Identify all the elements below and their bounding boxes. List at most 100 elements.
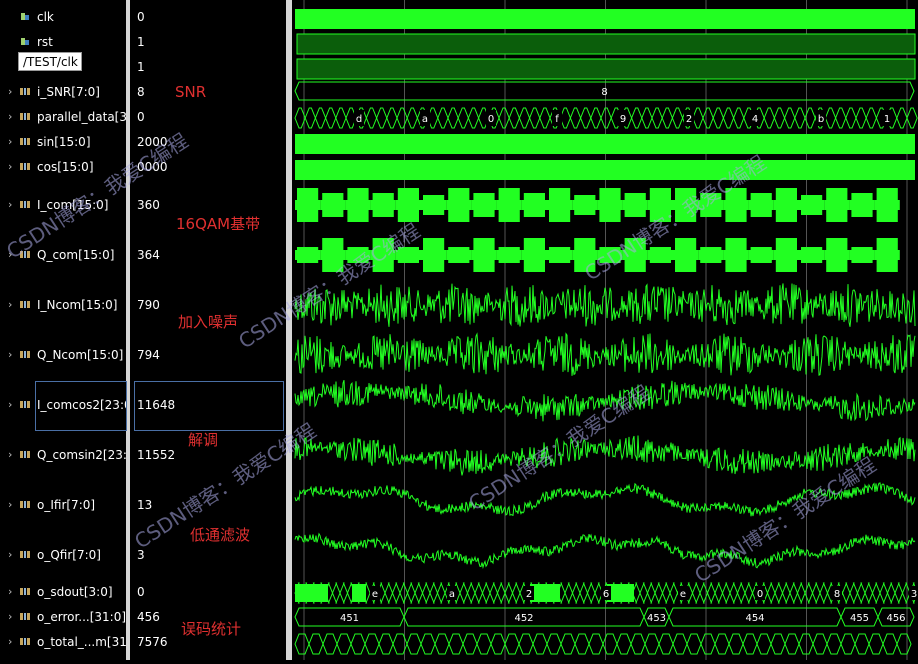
I-Ncom-waveform [294, 283, 916, 327]
bus-signal-icon [20, 351, 30, 358]
Q-com-waveform [725, 238, 747, 272]
parallel-data-bus [835, 107, 847, 129]
parallel-data-bus [314, 107, 327, 129]
parallel-data-bus [529, 107, 541, 129]
annotation-noise: 加入噪声 [178, 313, 239, 331]
total-count-bus [406, 633, 422, 655]
parallel-data-bus [386, 107, 398, 129]
parallel-data-bus [539, 107, 551, 129]
signal-value: 364 [137, 248, 160, 262]
expand-chevron-icon[interactable]: › [8, 345, 18, 365]
expand-chevron-icon[interactable]: › [8, 545, 18, 565]
bus-signal-icon [20, 401, 30, 408]
signal-value: 0 [137, 110, 145, 124]
expand-chevron-icon[interactable]: › [8, 295, 18, 315]
expand-chevron-icon[interactable]: › [8, 195, 18, 215]
sdout-bus [729, 582, 739, 604]
total-count-bus [896, 633, 912, 655]
I-com-waveform [775, 188, 797, 222]
total-count-bus [560, 633, 576, 655]
total-count-bus [826, 633, 842, 655]
expand-chevron-icon[interactable]: › [8, 395, 18, 415]
annotation-ber: 误码统计 [181, 620, 242, 638]
total-count-bus [784, 633, 800, 655]
signal-name: rst [37, 35, 53, 49]
bus-value-label: 454 [745, 613, 764, 624]
expand-chevron-icon[interactable]: › [8, 82, 18, 102]
bus-value-label: 453 [647, 613, 666, 624]
sdout-bus [849, 582, 859, 604]
sdout-bus [736, 582, 746, 604]
expand-chevron-icon[interactable]: › [8, 495, 18, 515]
sdout-bus [406, 582, 416, 604]
Q-com-waveform [851, 247, 873, 263]
signal-name: o_sdout[3:0] [37, 585, 113, 599]
total-count-bus [434, 633, 450, 655]
parallel-data-bus [845, 107, 857, 129]
sdout-bus [886, 582, 896, 604]
parallel-data-bus [396, 107, 408, 129]
sdout-bus [661, 582, 671, 604]
waveform-pane[interactable]: 8 d a 0 f 9 2 4 b 1 e a 2 6 e 0 8 3 451 452 453 454 455 456 [292, 0, 918, 660]
total-count-bus [616, 633, 632, 655]
sdout-bus [691, 582, 701, 604]
sdout-bus [871, 582, 881, 604]
I-com-waveform [372, 193, 394, 217]
Q-com-waveform [876, 238, 898, 272]
sdout-bus [504, 582, 514, 604]
selection-box-name [35, 381, 127, 431]
parallel-data-bus [733, 107, 745, 129]
signal-value: 790 [137, 298, 160, 312]
sdout-bus [639, 582, 649, 604]
Q-com-waveform [423, 238, 445, 272]
sdout-bus [706, 582, 716, 604]
parallel-data-bus [794, 107, 806, 129]
bus-signal-icon [20, 613, 30, 620]
expand-chevron-icon[interactable]: › [8, 632, 18, 652]
sdout-bus [646, 582, 656, 604]
parallel-data-bus [376, 107, 388, 129]
signal-name: clk [37, 10, 54, 24]
total-count-bus [742, 633, 758, 655]
bus-value-label: 9 [620, 114, 626, 125]
bus-value-label: 8 [601, 87, 607, 98]
parallel-data-bus [580, 107, 592, 129]
parallel-data-bus [569, 107, 582, 129]
sdout-bus [331, 582, 341, 604]
total-count-bus [378, 633, 394, 655]
sdout-bus [864, 582, 874, 604]
parallel-data-bus [325, 107, 337, 129]
waveform-canvas[interactable]: 8 d a 0 f 9 2 4 b 1 e a 2 6 e 0 8 3 451 452 453 454 455 456 [292, 0, 918, 660]
Q-com-waveform [549, 247, 571, 263]
bus-signal-icon [20, 501, 30, 508]
I-com-waveform [448, 188, 470, 222]
expand-chevron-icon[interactable]: › [8, 157, 18, 177]
expand-chevron-icon[interactable]: › [8, 107, 18, 127]
signal-name: Q_com[15:0] [37, 248, 115, 262]
expand-chevron-icon[interactable]: › [8, 445, 18, 465]
expand-chevron-icon[interactable]: › [8, 582, 18, 602]
sdout-bus [511, 582, 521, 604]
sdout-bus [819, 582, 829, 604]
signal-value: 360 [137, 198, 160, 212]
sdout-bus [564, 582, 574, 604]
expand-chevron-icon[interactable]: › [8, 607, 18, 627]
total-count-bus [700, 633, 716, 655]
bus-value-label: f [555, 114, 559, 125]
o-Qfir-waveform [294, 532, 916, 570]
sdout-bus [796, 582, 806, 604]
sdout-bus [586, 582, 596, 604]
sdout-bus [714, 582, 724, 604]
parallel-data-bus [294, 107, 306, 129]
I-com-waveform [624, 193, 646, 217]
bit-signal-icon [21, 38, 29, 45]
bus-signal-icon [20, 138, 30, 145]
expand-chevron-icon[interactable]: › [8, 132, 18, 152]
Q-com-waveform [675, 238, 697, 272]
sdout-bus [489, 582, 499, 604]
signal-name: o_Ifir[7:0] [37, 498, 96, 512]
bus-value-label: 2 [686, 114, 692, 125]
parallel-data-bus [865, 107, 877, 129]
signal-value: 11552 [137, 448, 176, 462]
parallel-data-bus [824, 107, 837, 129]
